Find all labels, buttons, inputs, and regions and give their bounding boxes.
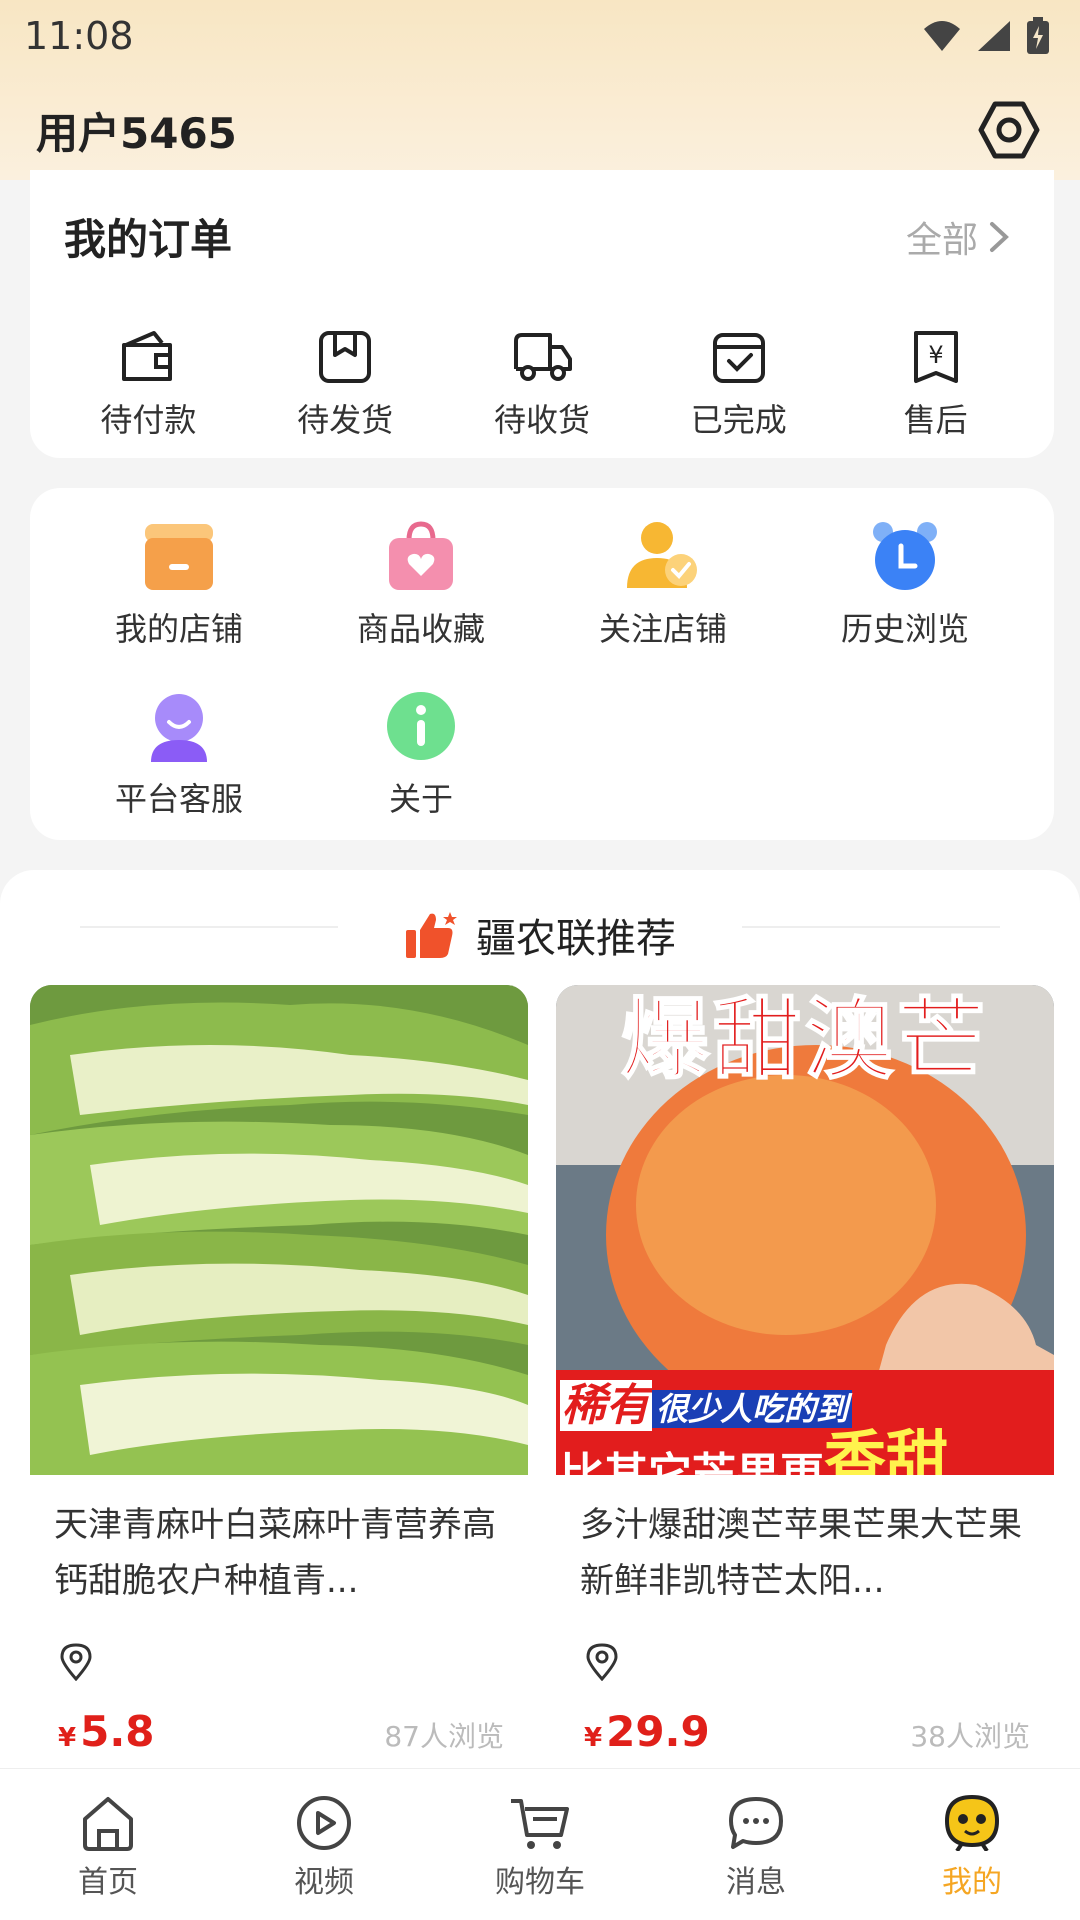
tool-label: 平台客服 [114, 780, 243, 818]
username: 用户5465 [36, 108, 237, 158]
product-location [556, 1625, 1054, 1682]
settings-icon [978, 101, 1040, 159]
price-value: 29.9 [606, 1707, 710, 1756]
order-pending-receipt[interactable]: 待收货 [452, 327, 632, 441]
home-icon [83, 1797, 133, 1851]
tool-customer-service[interactable]: 平台客服 [58, 688, 300, 858]
currency-symbol: ¥ [58, 1723, 77, 1753]
wifi-icon [924, 21, 960, 51]
tagline-sweet: 香甜 [824, 1423, 949, 1475]
order-after-sales[interactable]: ¥ 售后 [846, 327, 1026, 441]
after-sales-icon: ¥ [913, 331, 958, 383]
cabbage-image [30, 985, 528, 1475]
product-name: 多汁爆甜澳芒苹果芒果大芒果新鲜非凯特芒太阳... [580, 1505, 1022, 1601]
message-icon [729, 1797, 783, 1849]
price-value: 5.8 [80, 1707, 155, 1756]
tagline-compare: 比其它芒果更 [560, 1449, 824, 1475]
location-pin-icon [60, 1643, 92, 1682]
tool-label: 关于 [388, 780, 453, 818]
orders-title: 我的订单 [64, 215, 233, 264]
truck-icon [513, 333, 572, 381]
location-pin-icon [586, 1643, 618, 1682]
completed-icon [712, 333, 765, 383]
order-completed[interactable]: 已完成 [649, 327, 829, 441]
status-time: 11:08 [24, 14, 134, 58]
order-pending-payment[interactable]: 待付款 [58, 327, 238, 441]
customer-service-icon [151, 694, 207, 762]
product-image-headline: 爆甜澳芒 [620, 987, 989, 1092]
order-item-label: 已完成 [690, 401, 787, 439]
tool-history[interactable]: 历史浏览 [784, 518, 1026, 688]
header: 用户5465 [0, 80, 1080, 180]
wallet-icon [122, 331, 173, 381]
clock-icon [873, 522, 937, 590]
profile-icon [944, 1795, 1000, 1851]
tool-label: 历史浏览 [840, 610, 969, 648]
tab-label: 视频 [294, 1865, 354, 1900]
orders-view-all-button[interactable]: 全部 [906, 211, 1010, 263]
order-item-label: 待收货 [493, 401, 590, 439]
order-item-label: 待发货 [297, 401, 394, 439]
product-price: ¥29.9 [584, 1707, 710, 1756]
tab-home[interactable]: 首页 [18, 1795, 198, 1901]
chevron-right-icon [990, 221, 1009, 252]
tool-favorites[interactable]: 商品收藏 [300, 518, 542, 688]
orders-card: 我的订单 全部 待付款 待发货 待收货 已完成 ¥ 售后 [30, 170, 1054, 458]
product-card[interactable]: 天津青麻叶白菜麻叶青营养高钙甜脆农户种植青... ¥5.8 87人浏览 [30, 985, 528, 1765]
bottom-tab-bar: 首页 视频 购物车 消息 我的 [0, 1768, 1080, 1920]
status-icons [922, 17, 1050, 55]
orders-view-all-label: 全部 [905, 219, 978, 261]
product-image-tagline-2: 比其它芒果更香甜 [560, 1417, 948, 1475]
tab-cart[interactable]: 购物车 [450, 1795, 630, 1901]
status-bar: 11:08 [0, 0, 1080, 72]
recommend-title: 疆农联推荐 [476, 916, 676, 962]
recommend-header: 疆农联推荐 [0, 900, 1080, 970]
product-name: 天津青麻叶白菜麻叶青营养高钙甜脆农户种植青... [54, 1505, 496, 1601]
svg-text:¥: ¥ [928, 341, 943, 369]
product-location [30, 1625, 528, 1682]
bag-heart-icon [389, 521, 453, 590]
tool-about[interactable]: 关于 [300, 688, 542, 858]
tool-followed-stores[interactable]: 关注店铺 [542, 518, 784, 688]
tool-label: 关注店铺 [598, 610, 727, 648]
tool-label: 我的店铺 [114, 610, 243, 648]
followed-user-icon [627, 522, 697, 588]
tab-label: 消息 [726, 1865, 786, 1900]
currency-symbol: ¥ [584, 1723, 603, 1753]
settings-button[interactable] [974, 95, 1044, 165]
tab-label: 购物车 [495, 1865, 585, 1900]
order-pending-shipment[interactable]: 待发货 [255, 327, 435, 441]
order-item-label: 售后 [903, 401, 968, 439]
signal-icon [978, 21, 1010, 51]
product-price: ¥5.8 [58, 1707, 155, 1756]
thumbs-up-icon [406, 912, 457, 958]
tab-label: 首页 [78, 1865, 138, 1900]
store-icon [145, 524, 213, 590]
tool-my-store[interactable]: 我的店铺 [58, 518, 300, 688]
package-icon [319, 331, 372, 383]
tab-profile[interactable]: 我的 [882, 1795, 1062, 1901]
tab-label: 我的 [942, 1865, 1002, 1900]
product-card[interactable]: 爆甜澳芒 稀有 很少人吃的到 比其它芒果更香甜 多汁爆甜澳芒苹果芒果大芒果新鲜非凯… [556, 985, 1054, 1765]
product-views: 87人浏览 [384, 1720, 504, 1753]
product-image[interactable]: 爆甜澳芒 稀有 很少人吃的到 比其它芒果更香甜 [556, 985, 1054, 1475]
product-views: 38人浏览 [910, 1720, 1030, 1753]
product-image[interactable] [30, 985, 528, 1475]
tools-card: 我的店铺 商品收藏 关注店铺 历史浏览 平台客服 关于 [30, 488, 1054, 840]
info-icon [387, 692, 455, 760]
tab-video[interactable]: 视频 [234, 1795, 414, 1901]
tool-label: 商品收藏 [356, 610, 485, 648]
cart-icon [511, 1799, 569, 1849]
video-icon [297, 1796, 351, 1850]
tab-messages[interactable]: 消息 [666, 1795, 846, 1901]
order-item-label: 待付款 [100, 401, 197, 439]
battery-icon [1027, 17, 1049, 54]
